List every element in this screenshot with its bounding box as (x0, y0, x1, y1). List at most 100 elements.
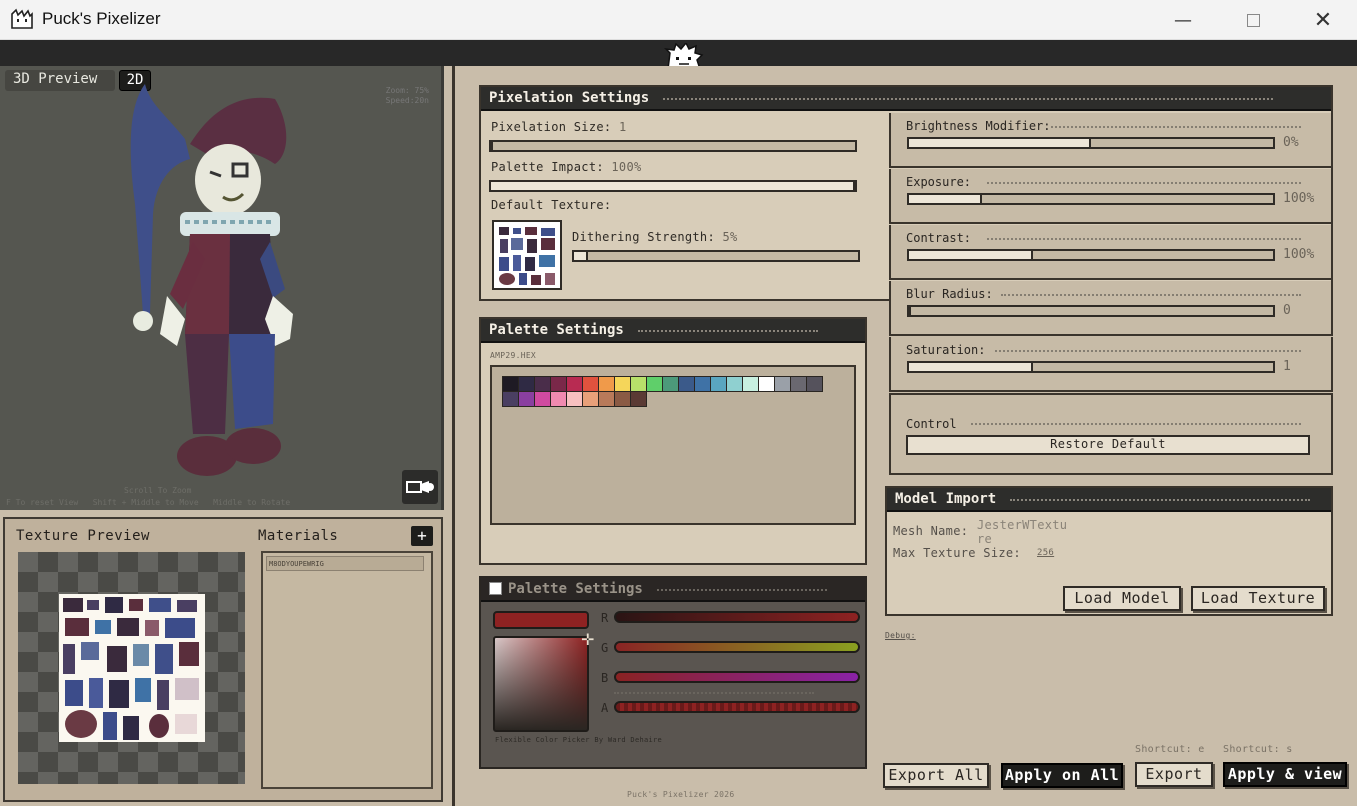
palette-swatch[interactable] (694, 376, 711, 392)
minimize-button[interactable]: — (1148, 0, 1218, 40)
red-channel-slider[interactable] (614, 611, 860, 623)
model-import-header: Model Import (887, 488, 1331, 512)
green-channel-slider[interactable] (614, 641, 860, 653)
palette-swatch[interactable] (582, 376, 599, 392)
palette-swatch[interactable] (534, 376, 551, 392)
pixelation-settings-header: Pixelation Settings (481, 87, 1331, 111)
contrast-setting: Contrast: 100% (889, 225, 1333, 280)
palette-swatch[interactable] (502, 376, 519, 392)
palette-swatch[interactable] (598, 391, 615, 407)
camera-icon (406, 481, 434, 493)
blur-radius-value: 0 (1283, 303, 1291, 318)
palette-swatch[interactable] (550, 376, 567, 392)
model-import-panel: Model Import Mesh Name: JesterWTexture M… (885, 486, 1333, 616)
palette-swatch[interactable] (534, 391, 551, 407)
default-texture-image (499, 227, 555, 285)
blue-channel-label: B (601, 671, 609, 685)
palette-swatch[interactable] (742, 376, 759, 392)
palette-swatch[interactable] (726, 376, 743, 392)
camera-toggle-button[interactable] (402, 470, 438, 504)
selected-color-swatch[interactable] (493, 611, 589, 629)
palette-swatch[interactable] (518, 376, 535, 392)
3d-preview-viewport[interactable]: 3D Preview 2D Zoom: 75% Speed:20n Scroll… (0, 66, 444, 510)
palette-swatch[interactable] (662, 376, 679, 392)
export-button[interactable]: Export (1135, 762, 1213, 787)
max-texture-size-label: Max Texture Size: (893, 546, 1021, 560)
exposure-value: 100% (1283, 191, 1315, 206)
texture-checker-background (18, 552, 245, 784)
alpha-channel-slider[interactable] (614, 701, 860, 713)
palette-impact-text: Palette Impact: (491, 160, 604, 174)
palette-impact-slider[interactable] (489, 180, 857, 192)
pixelation-size-slider[interactable] (489, 140, 857, 152)
palette-impact-value: 100% (611, 160, 642, 174)
palette-swatch-area[interactable] (490, 365, 856, 525)
brightness-modifier-label: Brightness Modifier: (906, 119, 1051, 133)
palette-swatch[interactable] (614, 376, 631, 392)
title-bar: Puck's Pixelizer — ✕ (0, 0, 1357, 40)
saturation-setting: Saturation: 1 (889, 337, 1333, 392)
brightness-modifier-slider[interactable] (907, 137, 1275, 149)
color-picker-enable-checkbox[interactable] (489, 582, 502, 595)
tab-3d-preview[interactable]: 3D Preview (5, 70, 115, 91)
model-import-title: Model Import (895, 491, 997, 507)
apply-and-view-button[interactable]: Apply & view (1223, 762, 1347, 787)
contrast-label: Contrast: (906, 231, 972, 245)
contrast-slider[interactable] (907, 249, 1275, 261)
palette-settings-panel: Palette Settings AMP29.HEX (479, 317, 867, 565)
saturation-slider[interactable] (907, 361, 1275, 373)
settings-area: Pixelation Settings Pixelation Size: 1 P… (452, 66, 1357, 806)
zoom-value: Zoom: 75% (385, 86, 429, 95)
blur-radius-setting: Blur Radius: 0 (889, 281, 1333, 336)
close-button[interactable]: ✕ (1288, 0, 1357, 40)
palette-swatch[interactable] (630, 391, 647, 407)
hint-zoom: Scroll To Zoom (124, 486, 192, 495)
add-material-button[interactable]: + (411, 526, 433, 546)
brightness-modifier-setting: Brightness Modifier: 0% (889, 113, 1333, 168)
control-label: Control (906, 417, 957, 431)
palette-swatch[interactable] (790, 376, 807, 392)
material-item[interactable]: M8ODYOUPEWRIG (266, 556, 424, 571)
exposure-slider[interactable] (907, 193, 1275, 205)
blur-radius-slider[interactable] (907, 305, 1275, 317)
palette-swatch[interactable] (582, 391, 599, 407)
dithering-strength-label: Dithering Strength: 5% (572, 230, 738, 244)
maximize-button[interactable] (1218, 0, 1288, 40)
palette-swatch[interactable] (518, 391, 535, 407)
palette-file-name: AMP29.HEX (490, 351, 537, 360)
materials-list[interactable]: M8ODYOUPEWRIG (261, 551, 433, 789)
palette-swatch[interactable] (678, 376, 695, 392)
debug-label[interactable]: Debug: (885, 631, 916, 640)
red-channel-label: R (601, 611, 609, 625)
palette-swatch[interactable] (630, 376, 647, 392)
color-saturation-square[interactable] (493, 636, 589, 732)
dithering-strength-slider[interactable] (572, 250, 860, 262)
palette-swatch[interactable] (614, 391, 631, 407)
palette-swatch[interactable] (806, 376, 823, 392)
zoom-readout: Zoom: 75% Speed:20n (386, 86, 429, 106)
load-texture-button[interactable]: Load Texture (1191, 586, 1325, 611)
palette-swatch[interactable] (598, 376, 615, 392)
blue-channel-slider[interactable] (614, 671, 860, 683)
restore-default-button[interactable]: Restore Default (906, 435, 1310, 455)
apply-on-all-button[interactable]: Apply on All (1001, 763, 1123, 788)
palette-swatch[interactable] (774, 376, 791, 392)
pixelation-size-label: Pixelation Size: 1 (491, 120, 626, 134)
default-texture-label: Default Texture: (491, 198, 612, 212)
palette-settings-header: Palette Settings (481, 319, 865, 343)
palette-swatch[interactable] (710, 376, 727, 392)
palette-swatch[interactable] (502, 391, 519, 407)
texture-preview-title: Texture Preview (16, 528, 150, 544)
max-texture-size-value[interactable]: 256 (1037, 548, 1054, 558)
maximize-icon (1246, 13, 1260, 27)
export-all-button[interactable]: Export All (883, 763, 989, 788)
texture-preview-panel: Texture Preview Materials + M8ODYOUPEWRI… (3, 517, 443, 802)
palette-swatch[interactable] (566, 391, 583, 407)
mesh-name-label: Mesh Name: (893, 524, 969, 538)
default-texture-thumbnail[interactable] (492, 220, 562, 290)
load-model-button[interactable]: Load Model (1063, 586, 1181, 611)
palette-swatch[interactable] (758, 376, 775, 392)
palette-swatch[interactable] (646, 376, 663, 392)
palette-swatch[interactable] (566, 376, 583, 392)
palette-swatch[interactable] (550, 391, 567, 407)
